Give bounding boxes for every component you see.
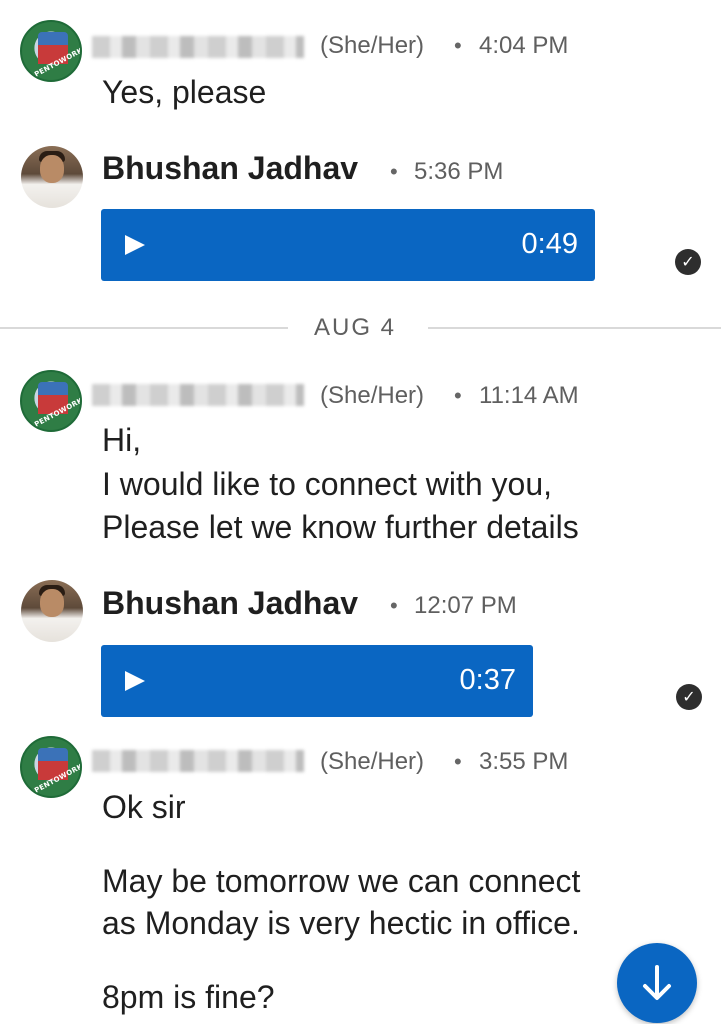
message-text: I would like to connect with you, (102, 466, 553, 502)
separator-dot: • (454, 383, 462, 408)
message-text: as Monday is very hectic in office. (102, 905, 580, 941)
message-time: 4:04 PM (479, 32, 569, 59)
message-time: 11:14 AM (479, 382, 579, 409)
message-text: Ok sir (102, 789, 186, 825)
message-text: Yes, please (102, 74, 267, 110)
avatar[interactable] (21, 146, 83, 208)
audio-duration: 0:49 (521, 228, 578, 260)
avatar[interactable]: OPENTOWORK (20, 20, 82, 82)
separator-dot: • (390, 593, 398, 618)
separator-dot: • (454, 749, 462, 774)
sender-pronouns: (She/Her) (320, 382, 425, 409)
message-time: 12:07 PM (414, 592, 517, 619)
check-circle-icon: ✓ (676, 684, 702, 710)
message-text: Please let we know further details (102, 509, 579, 545)
divider (0, 327, 288, 329)
sender-name-redacted[interactable] (92, 750, 304, 772)
date-separator: AUG 4 (314, 314, 397, 341)
play-icon[interactable] (125, 235, 145, 255)
message-text: Hi, (102, 422, 142, 458)
audio-message-player[interactable]: 0:49 (101, 209, 595, 281)
separator-dot: • (454, 33, 462, 58)
message-text: May be tomorrow we can connect (102, 863, 581, 899)
message-time: 5:36 PM (414, 158, 504, 185)
avatar-image (40, 589, 64, 617)
divider (428, 327, 721, 329)
sender-name[interactable]: Bhushan Jadhav (102, 585, 358, 622)
sender-pronouns: (She/Her) (320, 32, 425, 59)
sender-name[interactable]: Bhushan Jadhav (102, 150, 358, 187)
message-time: 3:55 PM (479, 748, 569, 775)
sender-name-redacted[interactable] (92, 36, 304, 58)
avatar[interactable]: OPENTOWORK (20, 736, 82, 798)
arrow-down-icon (643, 965, 671, 1000)
message-text: 8pm is fine? (102, 979, 275, 1015)
play-icon[interactable] (125, 671, 145, 691)
sender-pronouns: (She/Her) (320, 748, 425, 775)
avatar[interactable]: OPENTOWORK (20, 370, 82, 432)
avatar-image (40, 155, 64, 183)
avatar[interactable] (21, 580, 83, 642)
sender-name-redacted[interactable] (92, 384, 304, 406)
check-circle-icon: ✓ (675, 249, 701, 275)
scroll-to-bottom-button[interactable] (617, 943, 697, 1023)
audio-duration: 0:37 (459, 664, 516, 696)
audio-message-player[interactable]: 0:37 (101, 645, 533, 717)
separator-dot: • (390, 159, 398, 184)
